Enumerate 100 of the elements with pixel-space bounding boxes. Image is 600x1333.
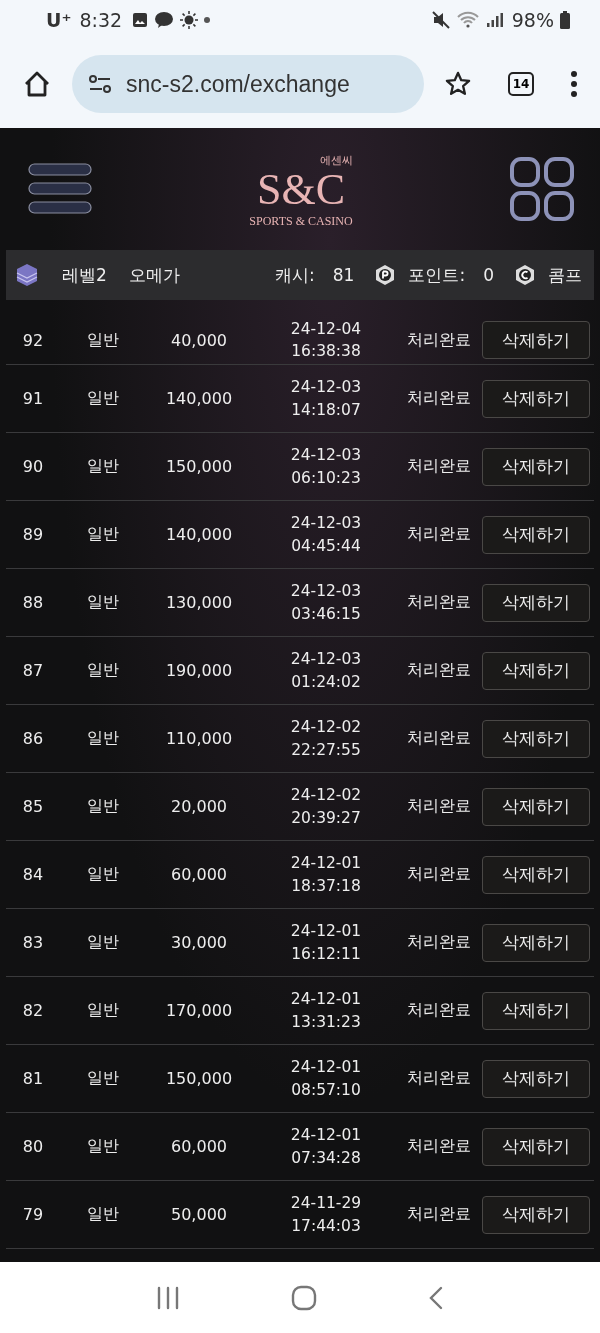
grid-menu-icon[interactable] xyxy=(510,157,574,221)
points-value: 0 xyxy=(483,265,494,285)
type-cell-text: 일반 xyxy=(86,864,120,885)
delete-button[interactable]: 삭제하기 xyxy=(482,787,590,826)
carrier-label: U⁺ xyxy=(46,9,72,31)
delete-button[interactable]: 삭제하기 xyxy=(482,1059,590,1098)
mute-icon xyxy=(431,11,450,29)
amount-cell-text: 20,000 xyxy=(170,797,228,816)
delete-button[interactable]: 삭제하기 xyxy=(482,1195,590,1234)
amount-cell-text: 130,000 xyxy=(164,593,234,612)
status-cell-text: 처리완료 xyxy=(406,728,472,749)
date-time-cell-text: 24-12-01 18:37:18 xyxy=(289,853,363,897)
chat-icon xyxy=(154,11,175,29)
date-time-cell-text: 24-12-04 16:38:38 xyxy=(289,318,363,362)
status-cell-text: 처리완료 xyxy=(406,1204,472,1225)
number-cell-text: 84 xyxy=(21,865,45,884)
delete-button[interactable]: 삭제하기 xyxy=(482,379,590,418)
p-coin-icon xyxy=(374,264,397,286)
type-cell-text: 일반 xyxy=(86,660,120,681)
status-cell-text: 처리완료 xyxy=(406,1136,472,1157)
delete-button[interactable]: 삭제하기 xyxy=(482,855,590,894)
delete-button[interactable]: 삭제하기 xyxy=(482,923,590,962)
number-cell-text: 81 xyxy=(21,1069,45,1088)
c-coin-icon xyxy=(514,264,536,286)
amount-cell-text: 110,000 xyxy=(164,729,234,748)
site-logo[interactable]: 에센씨 S&C SPORTS & CASINO xyxy=(249,149,353,229)
level-label: 레벨2 xyxy=(62,263,107,287)
amount-cell-text: 60,000 xyxy=(170,1137,228,1156)
amount-cell-text: 170,000 xyxy=(164,1001,234,1020)
battery-level: 98% xyxy=(511,9,554,31)
number-cell-text: 79 xyxy=(21,1205,45,1224)
rank-label: 오메가 xyxy=(128,263,180,287)
status-cell-text: 처리완료 xyxy=(406,456,472,477)
date-time-cell-text: 24-12-03 04:45:44 xyxy=(289,513,363,557)
amount-cell-text: 60,000 xyxy=(170,865,228,884)
type-cell-text: 일반 xyxy=(86,1000,120,1021)
amount-cell-text: 140,000 xyxy=(164,389,234,408)
comp-label: 콤프 xyxy=(548,263,582,287)
amount-cell-text: 140,000 xyxy=(164,525,234,544)
delete-button[interactable]: 삭제하기 xyxy=(482,991,590,1030)
date-time-cell-text: 24-12-03 14:18:07 xyxy=(289,377,363,421)
type-cell-text: 일반 xyxy=(86,728,120,749)
status-cell-text: 처리완료 xyxy=(406,796,472,817)
amount-cell-text: 30,000 xyxy=(170,933,228,952)
date-time-cell-text: 24-12-01 16:12:11 xyxy=(289,921,363,965)
amount-cell-text: 190,000 xyxy=(164,661,234,680)
delete-button[interactable]: 삭제하기 xyxy=(482,321,590,359)
home-button-icon[interactable] xyxy=(291,1284,317,1311)
address-bar[interactable]: snc-s2.com/exchange xyxy=(72,55,424,113)
status-cell-text: 처리완료 xyxy=(406,1068,472,1089)
type-cell-text: 일반 xyxy=(86,932,120,953)
image-icon xyxy=(132,12,149,28)
star-icon[interactable] xyxy=(444,70,472,98)
dot-icon xyxy=(204,17,211,23)
back-icon[interactable] xyxy=(428,1285,445,1310)
status-cell-text: 처리완료 xyxy=(406,1000,472,1021)
type-cell-text: 일반 xyxy=(86,388,120,409)
menu-icon[interactable] xyxy=(28,163,92,215)
signal-icon xyxy=(485,12,504,28)
site-settings-icon[interactable] xyxy=(88,74,112,94)
type-cell-text: 일반 xyxy=(86,796,120,817)
delete-button[interactable]: 삭제하기 xyxy=(482,515,590,554)
amount-cell-text: 40,000 xyxy=(170,330,228,350)
date-time-cell-text: 24-12-01 13:31:23 xyxy=(289,989,363,1033)
status-cell-text: 처리완료 xyxy=(406,524,472,545)
status-cell-text: 처리완료 xyxy=(406,592,472,613)
wifi-icon xyxy=(455,11,480,29)
delete-button[interactable]: 삭제하기 xyxy=(482,651,590,690)
date-time-cell-text: 24-12-02 22:27:55 xyxy=(289,717,363,761)
status-cell-text: 처리완료 xyxy=(406,932,472,953)
delete-button[interactable]: 삭제하기 xyxy=(482,1127,590,1166)
type-cell-text: 일반 xyxy=(86,524,120,545)
delete-button[interactable]: 삭제하기 xyxy=(482,719,590,758)
delete-button[interactable]: 삭제하기 xyxy=(482,447,590,486)
type-cell-text: 일반 xyxy=(86,329,120,351)
type-cell-text: 일반 xyxy=(86,1068,120,1089)
level-icon xyxy=(16,263,38,287)
number-cell-text: 85 xyxy=(21,797,45,816)
more-menu-icon[interactable] xyxy=(570,71,578,97)
date-time-cell-text: 24-12-01 07:34:28 xyxy=(289,1125,363,1169)
amount-cell-text: 150,000 xyxy=(164,457,234,476)
cash-value: 81 xyxy=(332,265,355,285)
date-time-cell-text: 24-12-01 08:57:10 xyxy=(289,1057,363,1101)
delete-button[interactable]: 삭제하기 xyxy=(482,583,590,622)
date-time-cell-text: 24-12-03 03:46:15 xyxy=(289,581,363,625)
type-cell-text: 일반 xyxy=(86,456,120,477)
status-cell-text: 처리완료 xyxy=(406,660,472,681)
type-cell-text: 일반 xyxy=(86,1136,120,1157)
status-cell-text: 처리완료 xyxy=(406,388,472,409)
type-cell-text: 일반 xyxy=(86,592,120,613)
date-time-cell-text: 24-12-02 20:39:27 xyxy=(289,785,363,829)
sun-icon xyxy=(180,11,199,29)
date-time-cell-text: 24-11-29 17:44:03 xyxy=(289,1193,363,1237)
battery-icon xyxy=(560,11,570,29)
number-cell-text: 89 xyxy=(21,525,45,544)
status-cell-text: 처리완료 xyxy=(406,329,472,351)
recent-apps-icon[interactable] xyxy=(155,1285,180,1310)
tab-count-button[interactable]: 14 xyxy=(508,72,534,96)
type-cell-text: 일반 xyxy=(86,1204,120,1225)
number-cell-text: 86 xyxy=(21,729,45,748)
